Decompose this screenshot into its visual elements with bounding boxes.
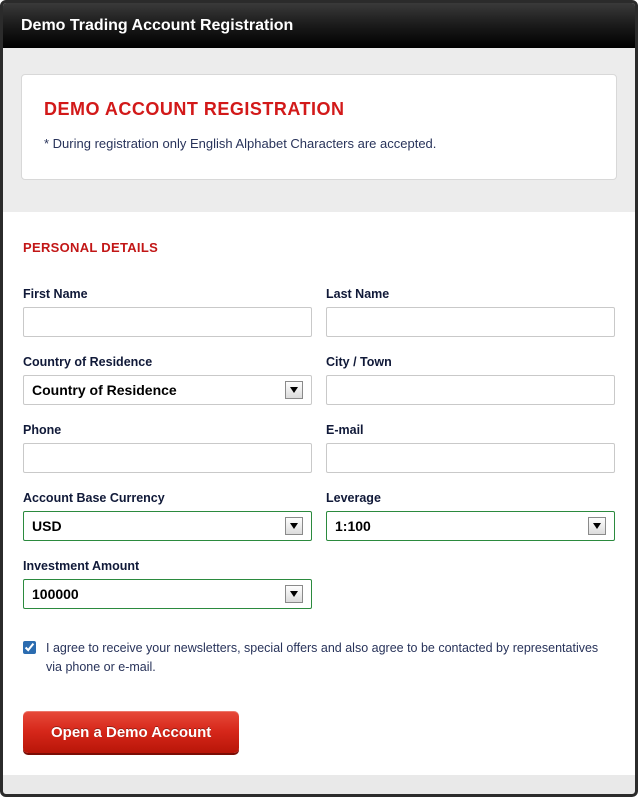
intro-heading: DEMO ACCOUNT REGISTRATION: [44, 99, 594, 120]
field-last-name: Last Name: [326, 287, 615, 337]
field-email: E-mail: [326, 423, 615, 473]
label-email: E-mail: [326, 423, 615, 437]
label-city: City / Town: [326, 355, 615, 369]
chevron-down-icon: [285, 517, 303, 535]
field-phone: Phone: [23, 423, 312, 473]
chevron-down-icon: [285, 585, 303, 603]
open-demo-account-button[interactable]: Open a Demo Account: [23, 711, 239, 753]
submit-row: Open a Demo Account: [23, 711, 615, 753]
field-city: City / Town: [326, 355, 615, 405]
chevron-down-icon: [285, 381, 303, 399]
select-investment[interactable]: 100000: [23, 579, 312, 609]
field-first-name: First Name: [23, 287, 312, 337]
label-phone: Phone: [23, 423, 312, 437]
intro-note: * During registration only English Alpha…: [44, 136, 594, 151]
consent-checkbox[interactable]: [23, 640, 36, 655]
input-first-name[interactable]: [23, 307, 312, 337]
select-country-value: Country of Residence: [32, 382, 285, 398]
select-leverage[interactable]: 1:100: [326, 511, 615, 541]
fields-grid: First Name Last Name Country of Residenc…: [23, 287, 615, 609]
intro-region: DEMO ACCOUNT REGISTRATION * During regis…: [3, 48, 635, 212]
select-currency-value: USD: [32, 518, 285, 534]
select-currency[interactable]: USD: [23, 511, 312, 541]
consent-text: I agree to receive your newsletters, spe…: [46, 639, 615, 677]
label-leverage: Leverage: [326, 491, 615, 505]
consent-row: I agree to receive your newsletters, spe…: [23, 639, 615, 677]
label-first-name: First Name: [23, 287, 312, 301]
select-country[interactable]: Country of Residence: [23, 375, 312, 405]
select-investment-value: 100000: [32, 586, 285, 602]
label-investment: Investment Amount: [23, 559, 312, 573]
label-currency: Account Base Currency: [23, 491, 312, 505]
field-leverage: Leverage 1:100: [326, 491, 615, 541]
input-phone[interactable]: [23, 443, 312, 473]
form-region: PERSONAL DETAILS First Name Last Name Co…: [3, 212, 635, 775]
input-city[interactable]: [326, 375, 615, 405]
window-title: Demo Trading Account Registration: [3, 3, 635, 48]
field-country: Country of Residence Country of Residenc…: [23, 355, 312, 405]
chevron-down-icon: [588, 517, 606, 535]
modal: Demo Trading Account Registration DEMO A…: [0, 0, 638, 797]
select-leverage-value: 1:100: [335, 518, 588, 534]
field-investment: Investment Amount 100000: [23, 559, 312, 609]
input-email[interactable]: [326, 443, 615, 473]
intro-card: DEMO ACCOUNT REGISTRATION * During regis…: [21, 74, 617, 180]
field-currency: Account Base Currency USD: [23, 491, 312, 541]
label-country: Country of Residence: [23, 355, 312, 369]
section-heading: PERSONAL DETAILS: [23, 240, 615, 255]
input-last-name[interactable]: [326, 307, 615, 337]
label-last-name: Last Name: [326, 287, 615, 301]
